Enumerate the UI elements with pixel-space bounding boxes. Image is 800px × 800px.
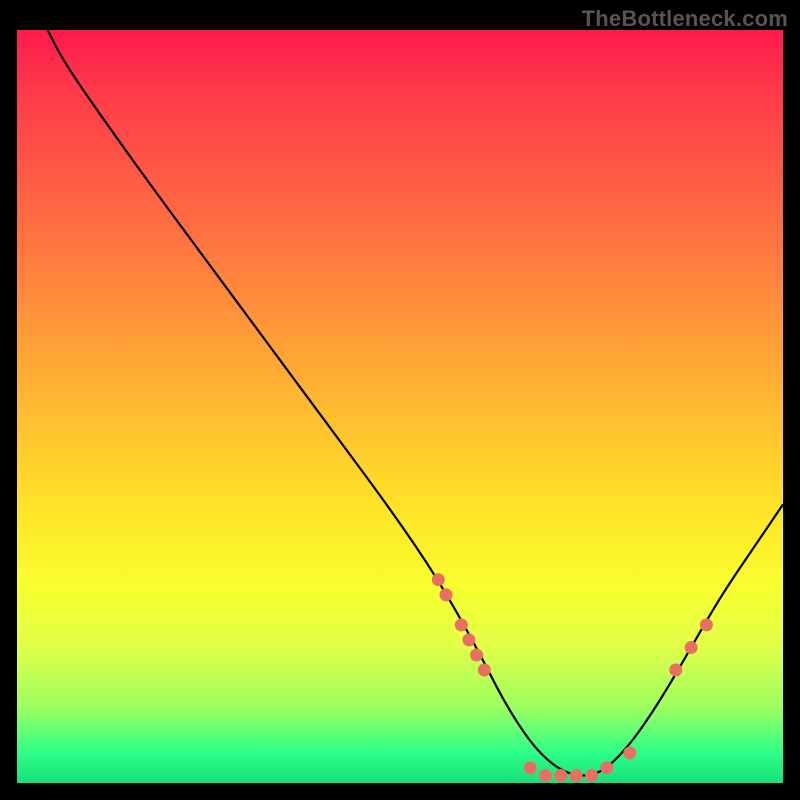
min-cluster-7 (623, 746, 636, 759)
attribution-label: TheBottleneck.com (582, 6, 788, 32)
min-cluster-5 (585, 769, 598, 782)
chart-frame: TheBottleneck.com (0, 0, 800, 800)
min-cluster-2 (539, 769, 552, 782)
min-cluster-4 (570, 769, 583, 782)
markers-group (432, 573, 713, 782)
bottleneck-curve (48, 30, 783, 776)
left-cluster-mid-2 (462, 633, 475, 646)
right-cluster-1 (669, 664, 682, 677)
left-cluster-mid-3 (470, 649, 483, 662)
left-cluster-low (478, 664, 491, 677)
left-cluster-top-2 (440, 588, 453, 601)
plot-area (17, 30, 783, 783)
min-cluster-3 (554, 769, 567, 782)
right-cluster-2 (685, 641, 698, 654)
right-cluster-3 (700, 618, 713, 631)
curve-svg (17, 30, 783, 783)
left-cluster-top-1 (432, 573, 445, 586)
left-cluster-mid-1 (455, 618, 468, 631)
min-cluster-1 (524, 761, 537, 774)
min-cluster-6 (600, 761, 613, 774)
